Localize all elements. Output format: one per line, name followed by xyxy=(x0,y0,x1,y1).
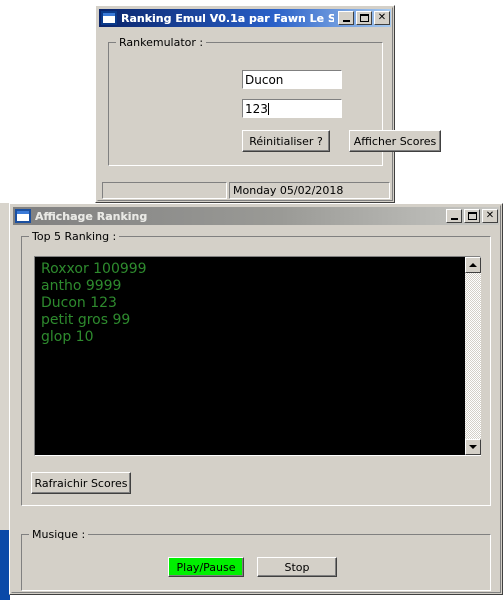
close-icon: ✕ xyxy=(485,210,495,221)
main-window: Ranking Emul V0.1a par Fawn Le Som... ✕ … xyxy=(95,5,441,203)
list-item: antho 9999 xyxy=(41,278,122,294)
ranking-window-titlebar[interactable]: Affichage Ranking ✕ xyxy=(13,207,499,225)
score-input-value: 123 xyxy=(245,101,268,116)
musique-group-label: Musique : xyxy=(29,528,89,541)
ranking-list-scrollbar[interactable] xyxy=(465,257,481,455)
ranking-window: Affichage Ranking ✕ Top 5 Ranking : Roxx… xyxy=(9,203,503,595)
play-pause-button[interactable]: Play/Pause xyxy=(168,557,244,577)
status-date-text: Monday 05/02/2018 xyxy=(233,184,344,197)
musique-groupbox: Musique : xyxy=(21,528,491,591)
minimize-button[interactable] xyxy=(446,209,462,223)
minimize-icon xyxy=(342,20,350,22)
scroll-down-button[interactable] xyxy=(465,439,481,455)
maximize-button[interactable] xyxy=(464,209,480,223)
refresh-scores-button[interactable]: Rafraichir Scores xyxy=(31,472,131,494)
ranking-list-lines: Roxxor 100999 antho 9999 Ducon 123 petit… xyxy=(35,257,480,346)
list-item: Roxxor 100999 xyxy=(41,261,147,277)
window-icon xyxy=(15,209,31,223)
maximize-button[interactable] xyxy=(356,11,372,25)
list-item: petit gros 99 xyxy=(41,312,131,328)
show-scores-button-label: Afficher Scores xyxy=(353,134,437,148)
main-statusbar: Monday 05/02/2018 xyxy=(102,182,390,199)
maximize-icon xyxy=(359,14,369,22)
maximize-icon xyxy=(467,212,477,220)
main-window-title-buttons: ✕ xyxy=(338,11,390,25)
close-icon: ✕ xyxy=(377,12,387,23)
name-input-value: Ducon xyxy=(245,72,284,87)
scroll-up-arrow-icon xyxy=(469,263,477,267)
scroll-down-arrow-icon xyxy=(469,445,477,449)
show-scores-button[interactable]: Afficher Scores xyxy=(349,130,441,152)
play-pause-button-label: Play/Pause xyxy=(176,560,236,574)
window-icon xyxy=(101,11,117,25)
name-input[interactable]: Ducon xyxy=(242,70,342,89)
stop-button-label: Stop xyxy=(284,560,310,574)
stop-button[interactable]: Stop xyxy=(257,557,337,577)
list-item: Ducon 123 xyxy=(41,295,117,311)
main-window-title: Ranking Emul V0.1a par Fawn Le Som... xyxy=(121,11,334,25)
ranking-window-title-buttons: ✕ xyxy=(446,209,498,223)
minimize-icon xyxy=(450,218,458,220)
refresh-scores-button-label: Rafraichir Scores xyxy=(34,476,128,490)
main-window-titlebar[interactable]: Ranking Emul V0.1a par Fawn Le Som... ✕ xyxy=(99,9,391,27)
list-item: glop 10 xyxy=(41,329,94,345)
ranking-list[interactable]: Roxxor 100999 antho 9999 Ducon 123 petit… xyxy=(34,256,481,456)
close-button[interactable]: ✕ xyxy=(374,11,390,25)
score-input[interactable]: 123 xyxy=(242,99,342,118)
top5-ranking-group-label: Top 5 Ranking : xyxy=(29,230,120,243)
ranking-window-title: Affichage Ranking xyxy=(35,209,148,223)
text-caret xyxy=(267,102,269,115)
status-panel-date: Monday 05/02/2018 xyxy=(229,182,390,199)
desktop-background-left xyxy=(0,203,9,533)
close-button[interactable]: ✕ xyxy=(482,209,498,223)
reset-button[interactable]: Réinitialiser ? xyxy=(242,130,330,152)
status-panel-left xyxy=(102,182,227,199)
scroll-up-button[interactable] xyxy=(465,257,481,273)
rankemulator-group-label: Rankemulator : xyxy=(116,36,207,49)
reset-button-label: Réinitialiser ? xyxy=(249,134,323,148)
minimize-button[interactable] xyxy=(338,11,354,25)
